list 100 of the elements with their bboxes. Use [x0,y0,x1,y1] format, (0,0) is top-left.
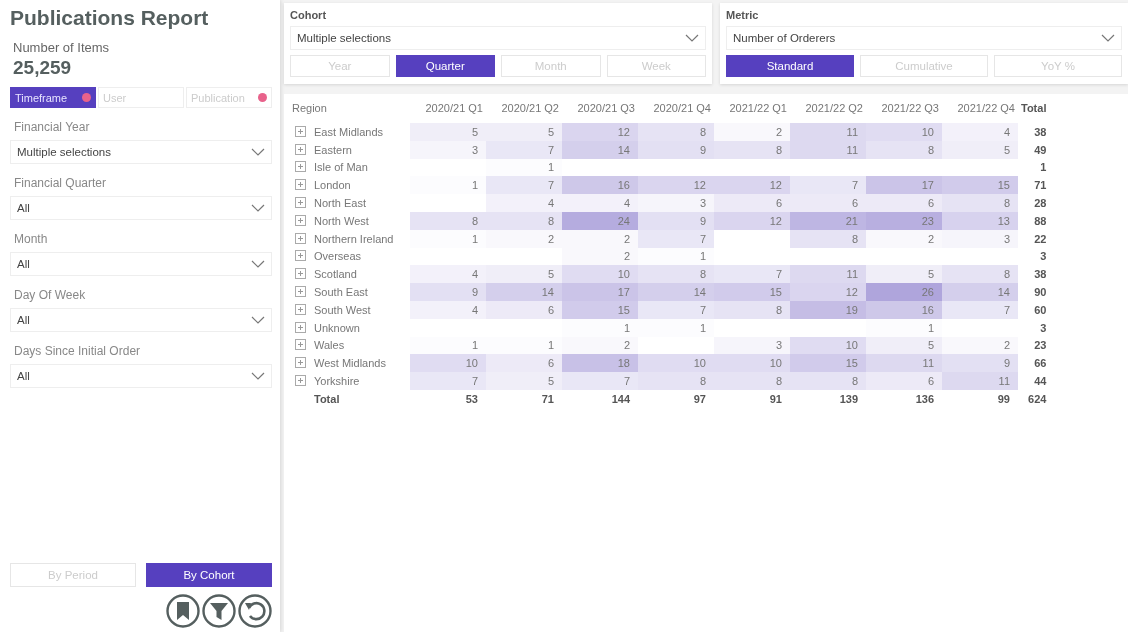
table-cell: 11 [866,354,942,373]
expand-icon[interactable] [295,214,306,226]
table-cell: 2 [714,123,790,141]
option-button[interactable]: Quarter [395,55,495,77]
total-cell: 44 [1018,372,1050,390]
expand-icon[interactable] [295,321,306,333]
dropdown-field[interactable]: All [10,308,272,332]
table-cell: 16 [562,176,638,195]
dropdown-field[interactable]: Number of Orderers [726,26,1122,50]
table-cell: 10 [866,123,942,141]
filter-icon[interactable] [202,594,236,628]
total-label: Total [314,392,340,405]
region-name: North West [314,214,369,227]
tab[interactable]: Timeframe [10,87,96,108]
total-cell: 28 [1018,194,1050,212]
reset-icon[interactable] [238,594,272,628]
table-cell: 5 [410,123,486,141]
table-cell: 8 [410,212,486,230]
column-header: 2021/22 Q4 [942,100,1018,123]
total-cell: 1 [1018,158,1050,177]
expand-icon[interactable] [295,179,306,191]
total-cell: 49 [1018,140,1050,159]
filter-label: Financial Quarter [14,176,108,190]
table-cell: 15 [942,176,1018,195]
column-header: 2020/21 Q4 [638,100,714,123]
region-name: Eastern [314,143,352,156]
filter-label: Days Since Initial Order [14,344,142,358]
column-header: 2020/21 Q2 [486,100,562,123]
report-title: Publications Report [10,6,210,30]
table-cell: 6 [790,194,866,212]
chevron-down-icon[interactable] [685,34,699,42]
table-cell: 7 [714,265,790,284]
table-cell: 8 [714,372,790,390]
table-cell: 18 [562,354,638,373]
expand-icon[interactable] [295,339,306,351]
region-name: London [314,179,351,192]
expand-icon[interactable] [295,268,306,280]
dropdown-field[interactable]: Multiple selections [290,26,706,50]
chevron-down-icon[interactable] [251,316,265,324]
region-name: Scotland [314,268,357,281]
total-cell: 91 [714,389,790,408]
filter-label: Month [14,232,49,246]
expand-icon[interactable] [295,197,306,209]
chevron-down-icon[interactable] [1101,34,1115,42]
expand-icon[interactable] [295,357,306,369]
table-cell: 5 [486,372,562,390]
expand-icon[interactable] [295,375,306,387]
table-cell: 5 [486,265,562,284]
slicer-title: Cohort [290,9,328,21]
table-cell: 12 [562,123,638,141]
table-cell: 15 [790,354,866,373]
table-cell: 1 [486,336,562,355]
table-cell: 14 [486,283,562,301]
table-cell: 8 [638,372,714,390]
total-cell: 53 [410,389,486,408]
table-cell: 10 [714,354,790,373]
region-name: Yorkshire [314,375,360,388]
table-cell: 8 [638,123,714,141]
table-cell: 9 [942,354,1018,373]
expand-icon[interactable] [295,143,306,155]
table-cell: 7 [486,176,562,195]
total-cell: 71 [486,389,562,408]
chevron-down-icon[interactable] [251,204,265,212]
expand-icon[interactable] [295,161,306,173]
table-cell: 6 [866,372,942,390]
dropdown-field[interactable]: All [10,252,272,276]
slicer-title: Metric [726,9,760,21]
table-cell: 8 [790,372,866,390]
kpi-label: Number of Items [13,40,111,55]
table-cell: 14 [638,283,714,301]
region-name: Overseas [314,250,362,263]
dropdown-field[interactable]: All [10,196,272,220]
expand-icon[interactable] [295,125,306,137]
option-button[interactable]: Standard [726,55,854,77]
table-cell: 6 [866,194,942,212]
dropdown-field[interactable]: All [10,364,272,388]
chevron-down-icon[interactable] [251,260,265,268]
table-cell: 10 [410,354,486,373]
total-cell: 88 [1018,212,1050,230]
column-header: 2021/22 Q3 [866,100,942,123]
column-header: 2020/21 Q3 [562,100,638,123]
expand-icon[interactable] [295,303,306,315]
table-cell: 7 [410,372,486,390]
table-cell: 17 [562,283,638,301]
region-name: North East [314,197,366,210]
filter-label: Day Of Week [14,288,87,302]
chevron-down-icon[interactable] [251,372,265,380]
table-cell: 12 [638,176,714,195]
column-header: 2020/21 Q1 [410,100,486,123]
expand-icon[interactable] [295,250,306,262]
chevron-down-icon[interactable] [251,148,265,156]
table-cell: 8 [638,265,714,284]
expand-icon[interactable] [295,286,306,298]
table-cell: 4 [562,194,638,212]
expand-icon[interactable] [295,232,306,244]
view-button[interactable]: By Cohort [146,563,272,587]
bookmark-icon[interactable] [166,594,200,628]
table-cell: 7 [790,176,866,195]
dropdown-field[interactable]: Multiple selections [10,140,272,164]
total-cell: 71 [1018,176,1050,195]
